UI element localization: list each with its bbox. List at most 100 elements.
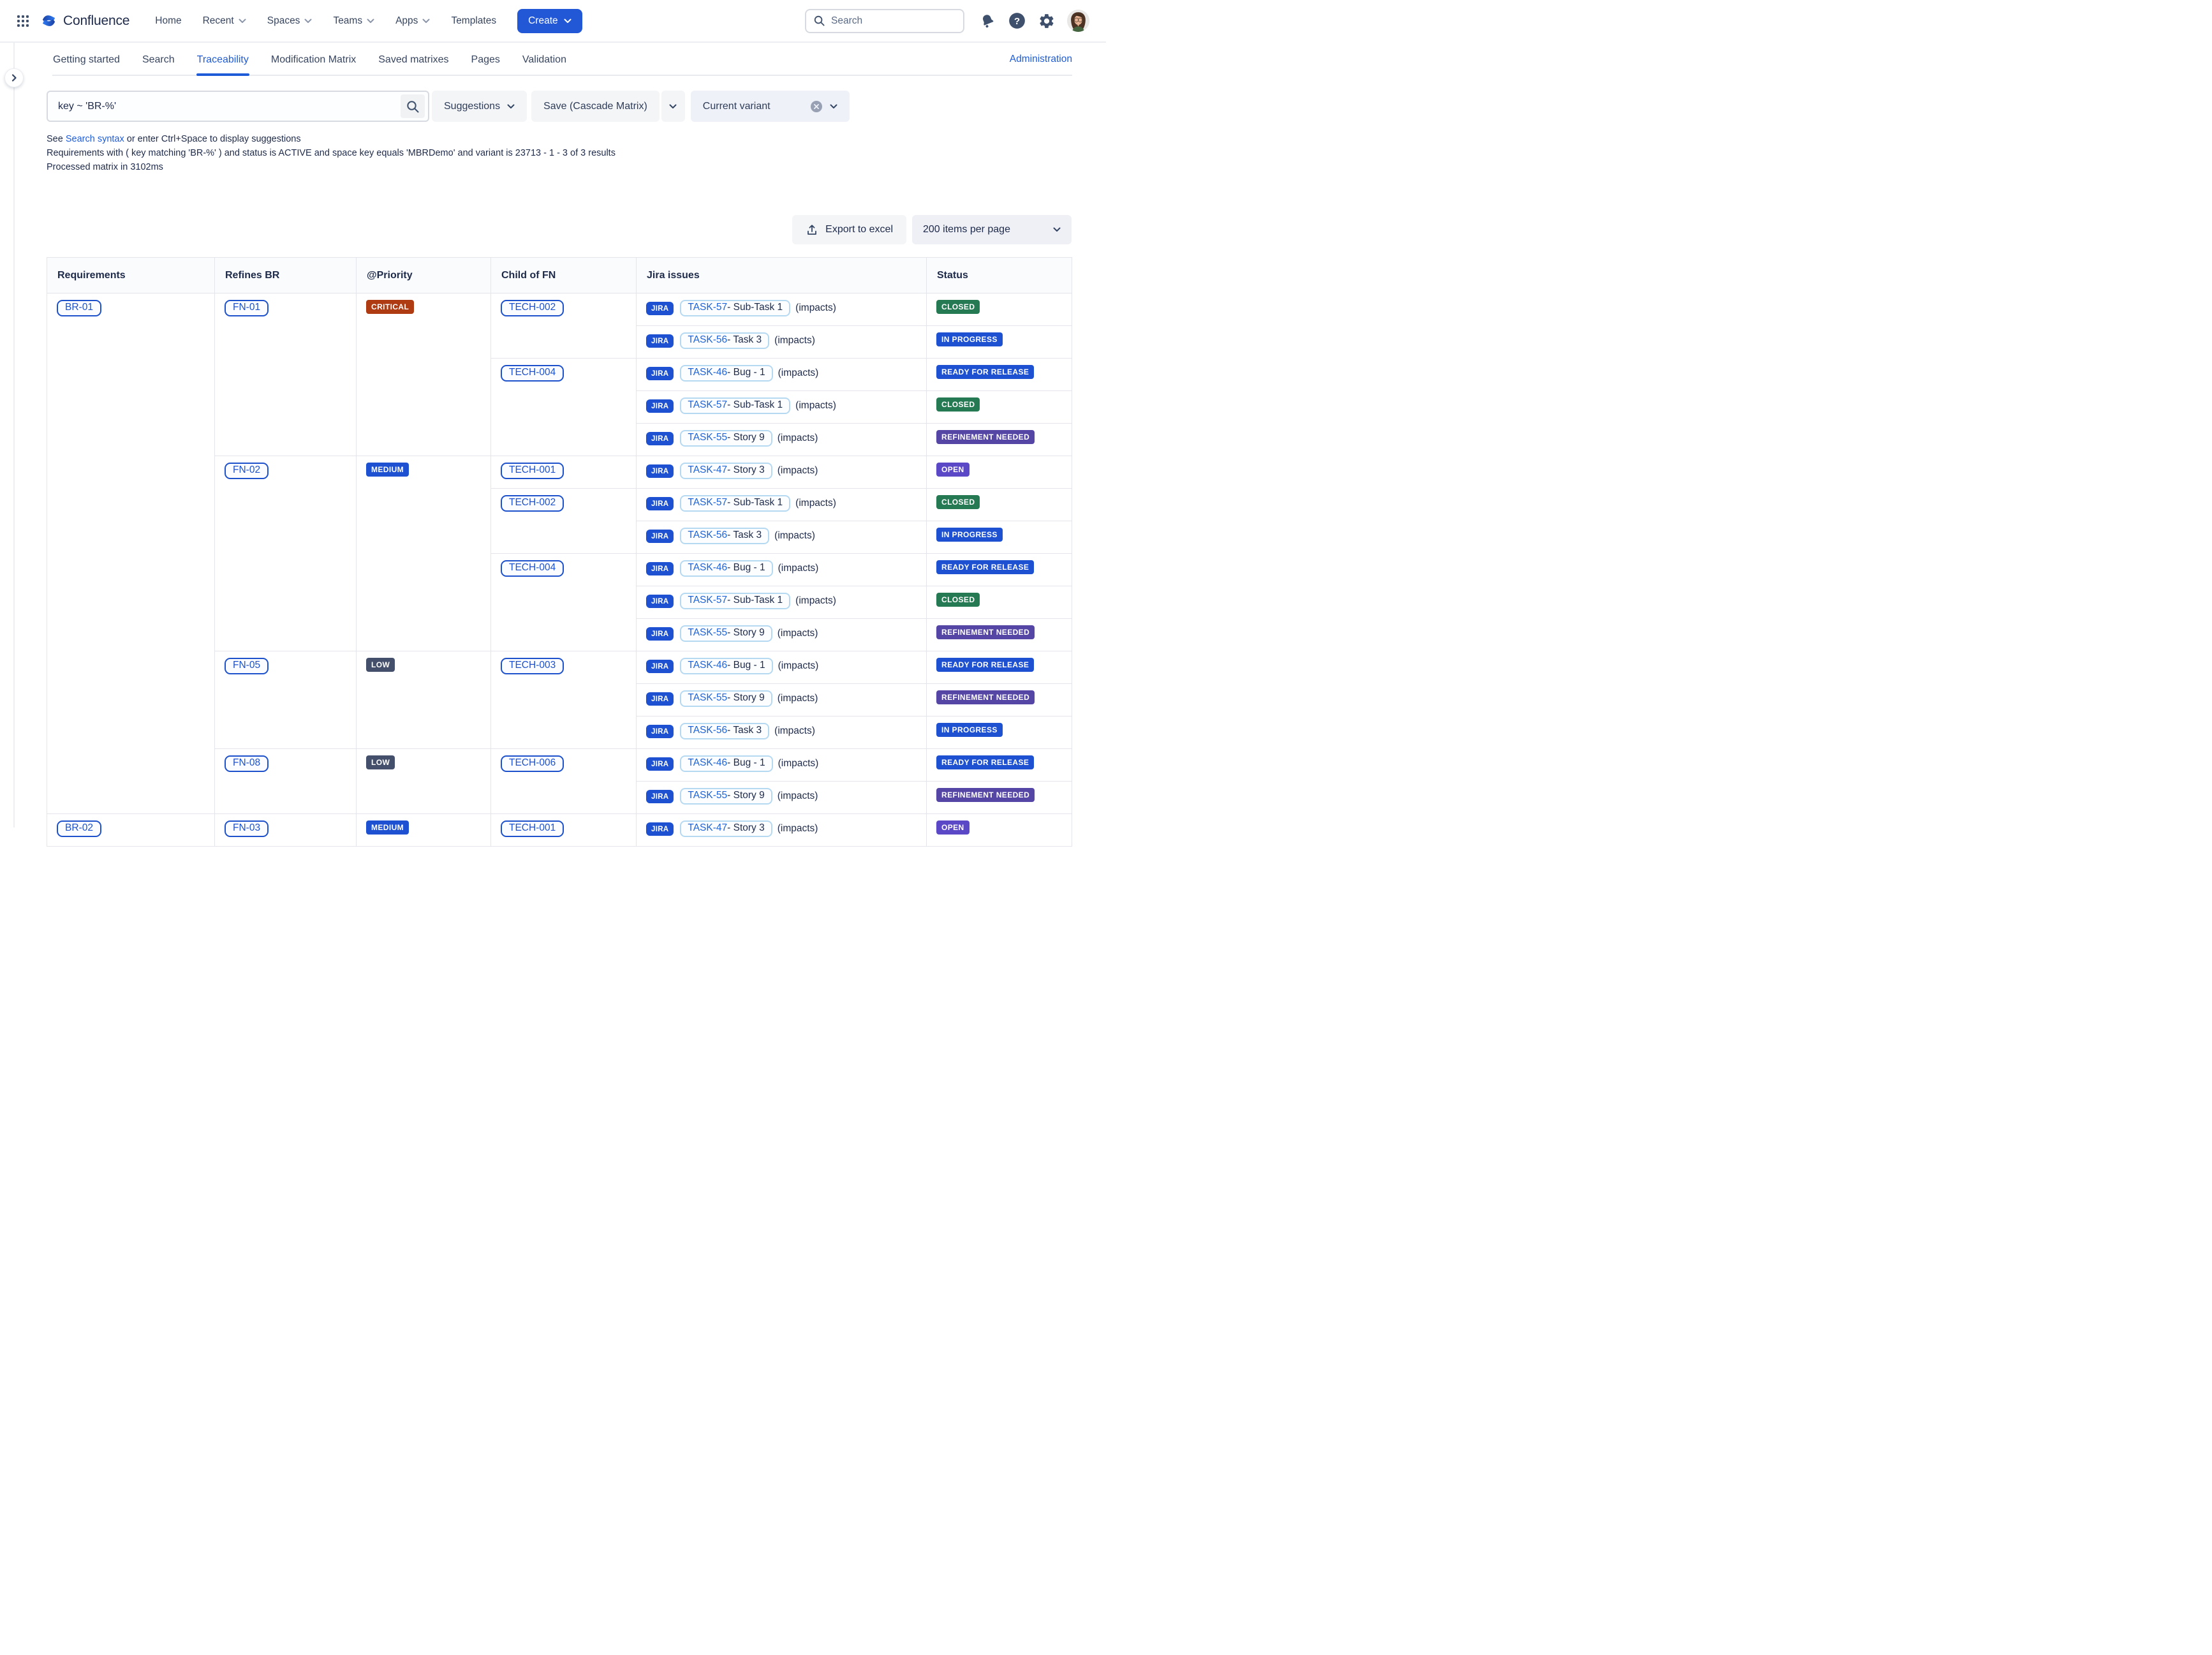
tab-pages[interactable]: Pages xyxy=(471,54,501,75)
priority-badge: CRITICAL xyxy=(366,300,414,314)
child-of-fn-chip[interactable]: TECH-006 xyxy=(501,755,564,772)
jira-issue-key: TASK-47 xyxy=(688,822,727,833)
jira-issue-link[interactable]: TASK-55- Story 9 xyxy=(680,690,772,707)
refines-br-chip[interactable]: FN-05 xyxy=(225,658,269,674)
jira-issue-link[interactable]: TASK-46- Bug - 1 xyxy=(680,658,772,674)
nav-item-teams[interactable]: Teams xyxy=(333,15,374,27)
user-avatar[interactable] xyxy=(1067,10,1089,32)
status-cell: READY FOR RELEASE xyxy=(927,554,1072,586)
jira-issue-link[interactable]: TASK-47- Story 3 xyxy=(680,820,772,837)
child-of-fn-chip[interactable]: TECH-004 xyxy=(501,560,564,577)
refines-br-chip[interactable]: FN-08 xyxy=(225,755,269,772)
variant-select[interactable]: Current variant xyxy=(691,91,850,122)
refines-br-chip[interactable]: FN-02 xyxy=(225,463,269,479)
jira-issue-cell: JIRATASK-46- Bug - 1(impacts) xyxy=(637,359,927,391)
column-header-child-of-fn: Child of FN xyxy=(491,258,637,293)
jira-issue-link[interactable]: TASK-56- Task 3 xyxy=(680,723,769,739)
child-of-fn-chip[interactable]: TECH-003 xyxy=(501,658,564,674)
create-button[interactable]: Create xyxy=(517,9,582,33)
jira-issue-key: TASK-46 xyxy=(688,757,727,768)
jira-issue-link[interactable]: TASK-57- Sub-Task 1 xyxy=(680,397,790,414)
refines-br-chip[interactable]: FN-03 xyxy=(225,820,269,837)
jira-issue-link[interactable]: TASK-55- Story 9 xyxy=(680,625,772,642)
jira-issue-summary: - Sub-Task 1 xyxy=(727,399,783,410)
child-of-fn-cell: TECH-004 xyxy=(491,554,637,651)
global-search-input[interactable]: Search xyxy=(805,9,964,33)
jira-issue-link[interactable]: TASK-46- Bug - 1 xyxy=(680,365,772,382)
nav-item-label: Home xyxy=(155,15,181,27)
child-of-fn-chip[interactable]: TECH-002 xyxy=(501,300,564,316)
status-badge: REFINEMENT NEEDED xyxy=(936,788,1035,802)
jira-issue-link[interactable]: TASK-56- Task 3 xyxy=(680,332,769,349)
status-badge: CLOSED xyxy=(936,300,980,314)
question-icon: ? xyxy=(1008,12,1026,29)
jira-issue-link[interactable]: TASK-46- Bug - 1 xyxy=(680,755,772,772)
tab-validation[interactable]: Validation xyxy=(522,54,567,75)
expand-sidebar-button[interactable] xyxy=(4,68,24,87)
child-of-fn-chip[interactable]: TECH-002 xyxy=(501,495,564,512)
save-options-dropdown[interactable] xyxy=(661,91,685,122)
clear-icon[interactable] xyxy=(810,100,823,113)
child-of-fn-chip[interactable]: TECH-004 xyxy=(501,365,564,382)
impacts-label: (impacts) xyxy=(778,465,818,476)
tab-search[interactable]: Search xyxy=(142,54,175,75)
column-header-requirements: Requirements xyxy=(47,258,215,293)
jira-issue-link[interactable]: TASK-46- Bug - 1 xyxy=(680,560,772,577)
app-switcher-icon[interactable] xyxy=(15,13,31,29)
tab-modification-matrix[interactable]: Modification Matrix xyxy=(270,54,357,75)
status-badge: READY FOR RELEASE xyxy=(936,755,1034,769)
confluence-brand[interactable]: Confluence xyxy=(40,12,129,29)
settings-button[interactable] xyxy=(1038,13,1055,29)
status-cell: IN PROGRESS xyxy=(927,716,1072,749)
search-syntax-link[interactable]: Search syntax xyxy=(66,134,124,144)
nav-item-home[interactable]: Home xyxy=(155,15,181,27)
jira-issue-link[interactable]: TASK-57- Sub-Task 1 xyxy=(680,495,790,512)
jira-issue-summary: - Bug - 1 xyxy=(727,660,765,671)
jira-issue-link[interactable]: TASK-55- Story 9 xyxy=(680,788,772,805)
nav-item-spaces[interactable]: Spaces xyxy=(267,15,313,27)
export-icon xyxy=(806,223,818,236)
nav-item-recent[interactable]: Recent xyxy=(203,15,246,27)
refines-br-cell: FN-02 xyxy=(215,456,357,651)
jira-issue-cell: JIRATASK-46- Bug - 1(impacts) xyxy=(637,749,927,782)
notifications-button[interactable] xyxy=(980,13,996,29)
requirement-chip[interactable]: BR-01 xyxy=(57,300,101,316)
child-of-fn-chip[interactable]: TECH-001 xyxy=(501,820,564,837)
jira-issue-cell: JIRATASK-57- Sub-Task 1(impacts) xyxy=(637,489,927,521)
child-of-fn-chip[interactable]: TECH-001 xyxy=(501,463,564,479)
jira-issue-link[interactable]: TASK-55- Story 9 xyxy=(680,430,772,447)
jira-issue-link[interactable]: TASK-57- Sub-Task 1 xyxy=(680,300,790,316)
tab-traceability[interactable]: Traceability xyxy=(196,54,249,75)
requirement-chip[interactable]: BR-02 xyxy=(57,820,101,837)
jira-issue-cell: JIRATASK-55- Story 9(impacts) xyxy=(637,424,927,456)
nav-item-label: Teams xyxy=(333,15,362,27)
tab-saved-matrixes[interactable]: Saved matrixes xyxy=(378,54,449,75)
syntax-hint-prefix: See xyxy=(47,134,66,144)
status-cell: REFINEMENT NEEDED xyxy=(927,782,1072,814)
confluence-logo-icon xyxy=(40,12,57,29)
nav-item-apps[interactable]: Apps xyxy=(395,15,430,27)
jira-issue-summary: - Sub-Task 1 xyxy=(727,302,783,313)
jira-badge: JIRA xyxy=(646,464,674,478)
jira-badge: JIRA xyxy=(646,302,674,315)
nav-item-templates[interactable]: Templates xyxy=(451,15,496,27)
export-to-excel-button[interactable]: Export to excel xyxy=(792,215,906,244)
jira-issue-link[interactable]: TASK-47- Story 3 xyxy=(680,463,772,479)
jira-issue-link[interactable]: TASK-56- Task 3 xyxy=(680,528,769,544)
refines-br-chip[interactable]: FN-01 xyxy=(225,300,269,316)
traceability-matrix-table: RequirementsRefines BR@PriorityChild of … xyxy=(47,257,1072,847)
save-cascade-matrix-button[interactable]: Save (Cascade Matrix) xyxy=(531,91,660,122)
tab-getting-started[interactable]: Getting started xyxy=(52,54,121,75)
items-per-page-select[interactable]: 200 items per page xyxy=(912,215,1072,244)
nav-item-label: Apps xyxy=(395,15,418,27)
status-cell: REFINEMENT NEEDED xyxy=(927,424,1072,456)
query-input[interactable]: key ~ 'BR-%' xyxy=(47,91,429,122)
run-search-button[interactable] xyxy=(401,94,425,118)
collapsed-sidebar-rail xyxy=(13,43,15,828)
suggestions-dropdown[interactable]: Suggestions xyxy=(432,91,527,122)
jira-issue-summary: - Task 3 xyxy=(727,725,762,736)
administration-link[interactable]: Administration xyxy=(1010,54,1072,75)
status-cell: REFINEMENT NEEDED xyxy=(927,619,1072,651)
help-button[interactable]: ? xyxy=(1008,12,1026,29)
jira-issue-link[interactable]: TASK-57- Sub-Task 1 xyxy=(680,593,790,609)
